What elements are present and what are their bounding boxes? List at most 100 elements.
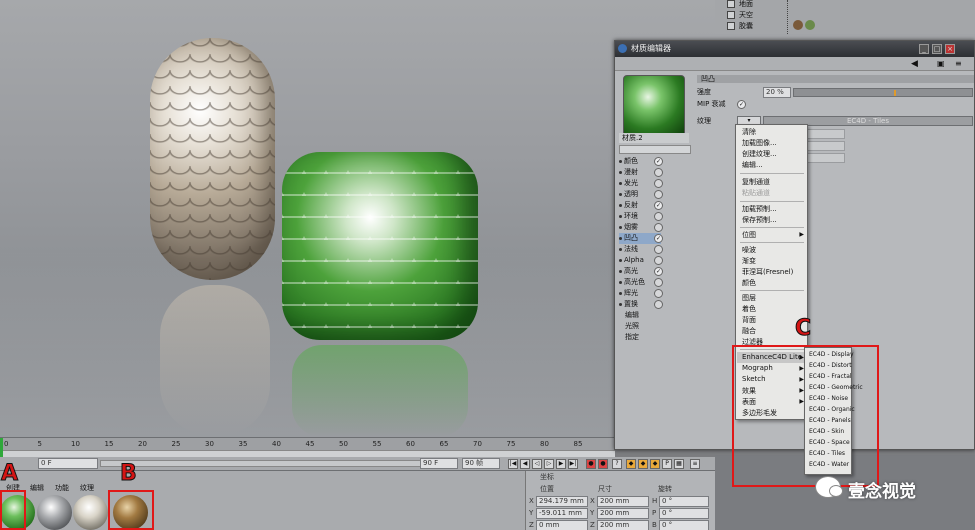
lock-icon[interactable]: ▣: [937, 59, 945, 68]
play-icon[interactable]: ▷: [544, 459, 554, 469]
channel-alpha[interactable]: Alpha: [619, 255, 663, 266]
channel-specular[interactable]: 高光 ✓: [619, 266, 663, 277]
pos-x-field[interactable]: 294.179 mm: [536, 496, 588, 507]
menu-item-color[interactable]: 颜色: [742, 278, 756, 288]
channel-checkbox[interactable]: [654, 223, 663, 232]
channel-checkbox[interactable]: [654, 179, 663, 188]
strength-slider-handle[interactable]: [894, 90, 896, 96]
object-item[interactable]: 胶囊: [739, 21, 753, 31]
minimize-icon[interactable]: _: [919, 44, 929, 54]
material-preview[interactable]: [623, 75, 685, 137]
channel-illumination[interactable]: 光照: [619, 321, 661, 332]
channel-glow[interactable]: 辉光: [619, 288, 663, 299]
channel-bump[interactable]: 凹凸 ✓: [619, 233, 663, 244]
range-slider[interactable]: [100, 460, 455, 467]
menu-item-clear[interactable]: 清除: [742, 127, 756, 137]
mip-checkbox[interactable]: ✓: [737, 100, 746, 109]
material-tag-icon[interactable]: [793, 20, 803, 30]
menu-item-colorizer[interactable]: 着色: [742, 304, 756, 314]
channel-reflection[interactable]: 反射 ✓: [619, 200, 663, 211]
object-icon[interactable]: [727, 22, 735, 30]
pla-key-icon[interactable]: ▦: [674, 459, 684, 469]
object-icon[interactable]: [727, 0, 735, 8]
channel-transparency[interactable]: 透明: [619, 189, 663, 200]
menu-item-create-texture[interactable]: 创建纹理...: [742, 149, 777, 159]
channel-diffusion[interactable]: 漫射: [619, 167, 663, 178]
playhead[interactable]: [0, 438, 3, 458]
object-item[interactable]: 天空: [739, 10, 753, 20]
channel-assignment[interactable]: 指定: [619, 332, 661, 343]
size-z-field[interactable]: 200 mm: [597, 520, 649, 530]
menu-item-load-preset[interactable]: 加载预制...: [742, 204, 777, 214]
pos-z-field[interactable]: 0 mm: [536, 520, 588, 530]
size-y-field[interactable]: 200 mm: [597, 508, 649, 519]
channel-checkbox[interactable]: ✓: [654, 234, 663, 243]
channel-checkbox[interactable]: [654, 300, 663, 309]
material-name-bar[interactable]: [619, 145, 691, 154]
material-thumb-sky[interactable]: [73, 495, 108, 530]
channel-checkbox[interactable]: [654, 168, 663, 177]
channel-specular-color[interactable]: 高光色: [619, 277, 663, 288]
menu-item-save-preset[interactable]: 保存预制...: [742, 215, 777, 225]
channel-editor[interactable]: 编辑: [619, 310, 661, 321]
strength-slider[interactable]: [793, 88, 973, 97]
menu-edit[interactable]: 编辑: [30, 483, 44, 493]
next-key-icon[interactable]: ▶: [556, 459, 566, 469]
channel-fog[interactable]: 烟雾: [619, 222, 663, 233]
channel-checkbox[interactable]: ✓: [654, 157, 663, 166]
menu-item-layer[interactable]: 图层: [742, 293, 756, 303]
keyframe-sel-icon[interactable]: ?: [612, 459, 622, 469]
menu-item-load-image[interactable]: 加载图像...: [742, 138, 777, 148]
param-key-icon[interactable]: P: [662, 459, 672, 469]
menu-item-edit[interactable]: 编辑...: [742, 160, 763, 170]
channel-luminance[interactable]: 发光: [619, 178, 663, 189]
go-start-icon[interactable]: |◀: [508, 459, 518, 469]
channel-checkbox[interactable]: [654, 212, 663, 221]
channel-checkbox[interactable]: [654, 256, 663, 265]
end-frame-field[interactable]: 90 F: [420, 458, 458, 469]
rot-b-field[interactable]: 0 °: [659, 520, 709, 530]
scaled-capsule-object[interactable]: [150, 38, 275, 280]
channel-environment[interactable]: 环境: [619, 211, 663, 222]
close-icon[interactable]: ×: [945, 44, 955, 54]
material-name[interactable]: 材质.2: [619, 133, 689, 143]
menu-item-fresnel[interactable]: 菲涅耳(Fresnel): [742, 267, 793, 277]
start-frame-field[interactable]: 0 F: [38, 458, 98, 469]
channel-color[interactable]: 颜色 ✓: [619, 156, 663, 167]
material-thumb-chrome[interactable]: [37, 495, 72, 530]
channel-checkbox[interactable]: [654, 245, 663, 254]
go-end-icon[interactable]: ▶|: [568, 459, 578, 469]
pos-key-icon[interactable]: ◆: [626, 459, 636, 469]
channel-checkbox[interactable]: [654, 289, 663, 298]
channel-checkbox[interactable]: ✓: [654, 267, 663, 276]
object-icon[interactable]: [727, 11, 735, 19]
menu-icon[interactable]: ≡: [955, 59, 962, 68]
pos-y-field[interactable]: -59.011 mm: [536, 508, 588, 519]
menu-item-bitmap[interactable]: 位图: [742, 230, 756, 240]
channel-normal[interactable]: 法线: [619, 244, 663, 255]
timeline-ruler[interactable]: 0 5 10 15 20 25 30 35 40 45 50 55 60 65 70 75 80 85: [0, 437, 615, 458]
end-frame-spinner[interactable]: 90 帧: [462, 458, 500, 469]
material-editor-titlebar[interactable]: 材质编辑器 _ □ ×: [615, 41, 974, 57]
channel-checkbox[interactable]: ✓: [654, 201, 663, 210]
visibility-dots[interactable]: [787, 0, 791, 34]
back-arrow-icon[interactable]: ◀: [911, 59, 918, 69]
channel-checkbox[interactable]: [654, 190, 663, 199]
rot-p-field[interactable]: 0 °: [659, 508, 709, 519]
record-icon[interactable]: ●: [586, 459, 596, 469]
menu-item-copy-channel[interactable]: 复制通道: [742, 177, 770, 187]
menu-texture[interactable]: 纹理: [80, 483, 94, 493]
material-tag-icon[interactable]: [805, 20, 815, 30]
menu-item-noise[interactable]: 噪波: [742, 245, 756, 255]
menu-item-fusion[interactable]: 融合: [742, 326, 756, 336]
timeline-menu-icon[interactable]: ≡: [690, 459, 700, 469]
play-back-icon[interactable]: ◁: [532, 459, 542, 469]
channel-checkbox[interactable]: [654, 278, 663, 287]
menu-function[interactable]: 功能: [55, 483, 69, 493]
menu-item-backlight[interactable]: 背面: [742, 315, 756, 325]
object-item[interactable]: 地面: [739, 0, 753, 9]
scale-key-icon[interactable]: ◆: [638, 459, 648, 469]
rot-h-field[interactable]: 0 °: [659, 496, 709, 507]
tiled-cube-object[interactable]: [282, 152, 478, 340]
autokey-icon[interactable]: ●: [598, 459, 608, 469]
